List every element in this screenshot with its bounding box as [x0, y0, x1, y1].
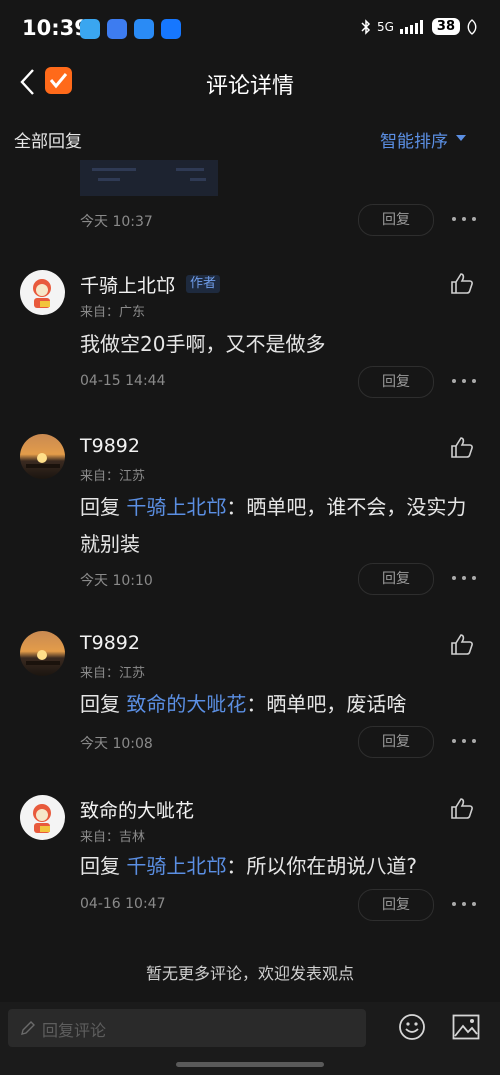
avatar[interactable] [20, 795, 65, 840]
username[interactable]: T9892 [80, 435, 140, 457]
status-time: 10:39 [22, 16, 89, 40]
location-label: 来自：吉林 [80, 830, 146, 845]
emoji-button[interactable] [398, 1013, 426, 1045]
more-options-button[interactable] [452, 379, 476, 385]
more-options-button[interactable] [452, 217, 476, 223]
comment-date: 今天 10:08 [80, 736, 153, 752]
more-options-button[interactable] [452, 739, 476, 745]
avatar[interactable] [20, 270, 65, 315]
battery-level: 38 [431, 18, 460, 35]
status-bar: 10:39 5G 38 [0, 0, 500, 60]
home-indicator[interactable] [176, 1062, 324, 1067]
sort-bar: 全部回复 智能排序 [0, 120, 500, 156]
like-button[interactable] [450, 797, 474, 825]
reply-input-placeholder: 回复评论 [42, 1021, 107, 1040]
first-item-meta: 今天 10:37 回复 [80, 204, 480, 236]
alipay-app-icon [161, 19, 181, 39]
thumbs-up-icon [451, 273, 473, 294]
username[interactable]: 致命的大呲花 [80, 796, 194, 823]
username[interactable]: T9892 [80, 632, 140, 654]
comment-date: 今天 10:10 [80, 573, 153, 589]
comment-date: 04-16 10:47 [80, 896, 166, 912]
more-options-button[interactable] [452, 902, 476, 908]
avatar[interactable] [20, 631, 65, 676]
thumbs-up-icon [451, 634, 473, 655]
comment-meta: 今天 10:08 回复 [80, 726, 480, 758]
bottom-bar: 回复评论 [0, 1002, 500, 1075]
image-button[interactable] [452, 1014, 480, 1044]
pencil-icon [21, 1021, 35, 1035]
comment-meta: 04-16 10:47 回复 [80, 889, 480, 921]
sunset-avatar-icon [26, 453, 60, 468]
message-app-icon [80, 19, 100, 39]
thumbs-up-icon [451, 798, 473, 819]
location-label: 来自：广东 [80, 305, 146, 320]
leaf-icon [467, 18, 477, 35]
more-options-button[interactable] [452, 576, 476, 582]
comment-meta: 04-15 14:44 回复 [80, 366, 480, 398]
like-button[interactable] [450, 436, 474, 464]
network-label: 5G [376, 19, 394, 34]
bluetooth-icon [361, 18, 371, 35]
comment-content: 回复 千骑上北邙：晒单吧，谁不会，没实力就别装 [80, 495, 467, 556]
avatar[interactable] [20, 434, 65, 479]
reply-button[interactable]: 回复 [358, 726, 434, 758]
thumbs-up-icon [451, 437, 473, 458]
like-button[interactable] [450, 272, 474, 300]
sort-dropdown[interactable]: 智能排序 [380, 127, 448, 152]
like-button[interactable] [450, 633, 474, 661]
comment-meta: 今天 10:10 回复 [80, 563, 480, 595]
signal-icon [399, 19, 423, 34]
comment-content: 我做空20手啊，又不是做多 [80, 332, 326, 356]
smiley-icon [399, 1014, 425, 1040]
mascot-avatar-icon [33, 279, 51, 308]
author-badge: 作者 [186, 275, 221, 293]
image-icon [452, 1014, 480, 1040]
nav-bar: 评论详情 [0, 60, 500, 106]
no-more-comments-text: 暂无更多评论，欢迎发表观点 [145, 964, 354, 983]
reply-button[interactable]: 回复 [358, 366, 434, 398]
notification-icons [80, 19, 181, 39]
wallet-app-icon [107, 19, 127, 39]
caret-down-icon [456, 135, 466, 141]
comment-content: 回复 致命的大呲花：晒单吧，废话啥 [80, 692, 407, 716]
attached-image-thumbnail[interactable] [80, 160, 218, 196]
mascot-avatar-icon [33, 804, 51, 833]
sort-label: 智能排序 [380, 132, 448, 152]
browser-app-icon [134, 19, 154, 39]
comment-content: 回复 千骑上北邙：所以你在胡说八道? [80, 854, 417, 878]
location-label: 来自：江苏 [80, 469, 146, 484]
page-title: 评论详情 [205, 74, 294, 99]
reply-input[interactable]: 回复评论 [8, 1009, 366, 1047]
comment-date: 今天 10:37 [80, 214, 153, 230]
reply-button[interactable]: 回复 [358, 563, 434, 595]
reply-button[interactable]: 回复 [358, 889, 434, 921]
all-replies-label: 全部回复 [14, 132, 82, 152]
location-label: 来自：江苏 [80, 666, 146, 681]
system-icons: 5G 38 [361, 18, 478, 35]
reply-button[interactable]: 回复 [358, 204, 434, 236]
comment-date: 04-15 14:44 [80, 373, 166, 389]
sunset-avatar-icon [26, 650, 60, 665]
username[interactable]: 千骑上北邙 [80, 271, 175, 298]
